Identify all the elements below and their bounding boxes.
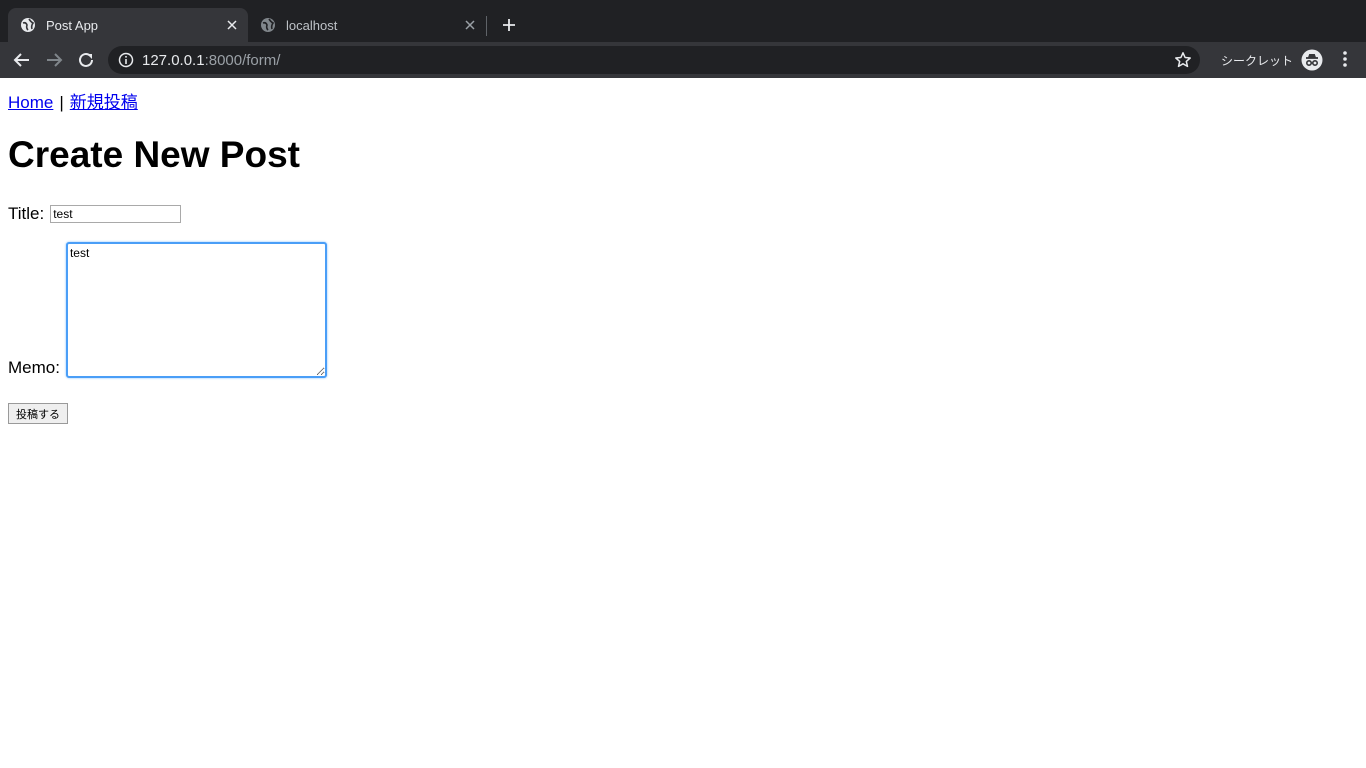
reload-icon — [79, 52, 93, 67]
back-button[interactable] — [10, 48, 34, 72]
nav-separator: | — [59, 93, 64, 112]
title-row: Title: — [8, 204, 182, 224]
url-host: 127.0.0.1 — [142, 51, 205, 69]
kebab-menu-icon[interactable] — [1336, 50, 1354, 70]
page-title: Create New Post — [8, 134, 300, 175]
arrow-left-icon — [13, 53, 29, 67]
reload-button[interactable] — [74, 48, 98, 72]
incognito-icon[interactable] — [1301, 49, 1323, 71]
new-post-link[interactable]: 新規投稿 — [70, 93, 138, 112]
close-icon[interactable] — [222, 15, 242, 35]
memo-label: Memo: — [8, 358, 60, 377]
site-nav: Home | 新規投稿 — [8, 88, 138, 113]
title-input[interactable] — [50, 205, 182, 223]
tab-divider — [486, 16, 487, 36]
globe-icon — [260, 17, 276, 33]
submit-button[interactable]: 投稿する — [8, 403, 68, 424]
close-icon[interactable] — [460, 15, 480, 35]
plus-icon — [503, 19, 515, 31]
star-icon[interactable] — [1174, 51, 1192, 69]
browser-toolbar: 127.0.0.1:8000/form/ シークレット — [0, 42, 1366, 78]
tab-strip: Post App localhost — [0, 0, 1366, 42]
tab-post-app[interactable]: Post App — [8, 8, 248, 42]
arrow-right-icon — [47, 53, 63, 67]
info-icon[interactable] — [118, 52, 134, 68]
tab-localhost[interactable]: localhost — [248, 8, 486, 42]
incognito-label[interactable]: シークレット — [1221, 52, 1293, 69]
memo-textarea[interactable]: test — [65, 242, 327, 378]
url-path: :8000/form/ — [204, 51, 281, 69]
tab-title: Post App — [46, 17, 99, 33]
address-bar[interactable]: 127.0.0.1:8000/form/ — [108, 46, 1200, 74]
tab-title: localhost — [286, 17, 338, 33]
page-content: Home | 新規投稿 Create New Post Title: Memo: t… — [0, 78, 1366, 768]
new-tab-button[interactable] — [498, 14, 520, 36]
globe-icon — [20, 17, 36, 33]
memo-row: Memo: test — [8, 242, 327, 378]
forward-button[interactable] — [42, 48, 66, 72]
title-label: Title: — [8, 204, 45, 223]
home-link[interactable]: Home — [8, 93, 53, 112]
